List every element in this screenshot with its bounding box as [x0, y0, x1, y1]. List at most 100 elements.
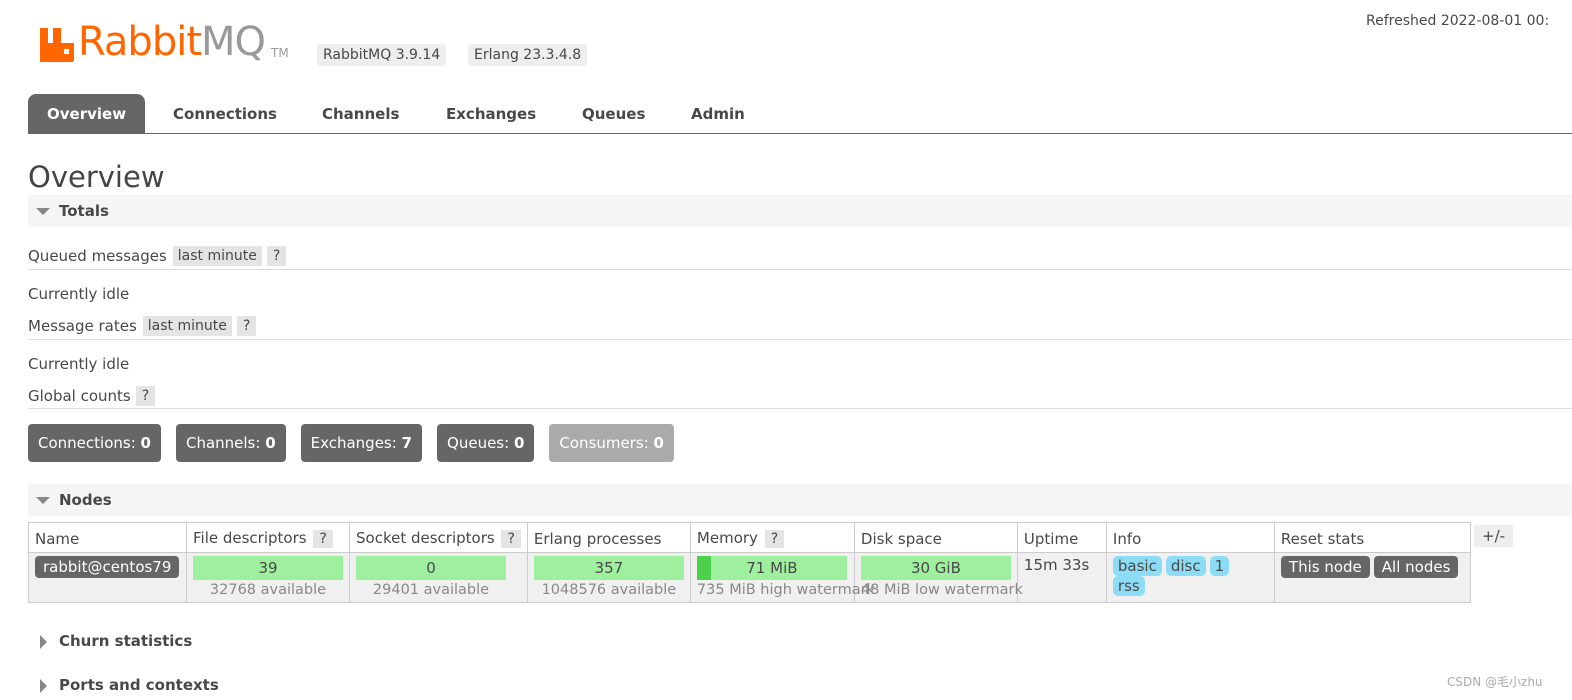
count-value: 0: [265, 434, 276, 452]
reset-stats-cell: This node All nodes: [1273, 552, 1471, 603]
global-counts-label: Global counts: [28, 387, 131, 405]
info-pill-disc[interactable]: disc: [1165, 556, 1206, 576]
count-value: 0: [653, 434, 664, 452]
column-header-uptime: Uptime: [1016, 522, 1107, 553]
file-descriptors-available: 32768 available: [209, 582, 327, 598]
nodes-section-toggle[interactable]: Nodes: [28, 484, 1572, 516]
node-name-link[interactable]: rabbit@centos79: [35, 556, 180, 578]
tab-channels[interactable]: Channels: [322, 94, 399, 134]
erlang-processes-value: 357: [594, 559, 624, 577]
file-descriptors-bar: 39: [193, 556, 343, 580]
message-rates-status: Currently idle: [28, 355, 130, 373]
tab-exchanges[interactable]: Exchanges: [446, 94, 536, 134]
count-label: Exchanges:: [310, 434, 397, 452]
nodes-table: Name File descriptors ? Socket descripto…: [28, 522, 1471, 603]
divider: [28, 339, 1572, 340]
uptime-value: 15m 33s: [1023, 556, 1090, 574]
reset-this-node-button[interactable]: This node: [1280, 556, 1370, 578]
disk-space-cell: 30 GiB 48 MiB low watermark: [853, 552, 1023, 603]
refreshed-timestamp[interactable]: Refreshed 2022-08-01 00:: [1366, 13, 1549, 29]
count-label: Channels:: [185, 434, 261, 452]
ports-and-contexts-heading: Ports and contexts: [59, 676, 219, 694]
erlang-processes-bar: 357: [533, 556, 684, 580]
global-counts-help-button[interactable]: ?: [135, 386, 156, 406]
socket-descriptors-help-button[interactable]: ?: [501, 530, 521, 548]
count-label: Consumers:: [559, 434, 649, 452]
global-counts-bar: Connections: 0 Channels: 0 Exchanges: 7 …: [28, 424, 674, 462]
info-pill-count[interactable]: 1: [1209, 556, 1230, 576]
column-header-reset-stats: Reset stats: [1273, 522, 1471, 553]
collapse-triangle-icon: [36, 208, 50, 215]
memory-cell: 71 MiB 735 MiB high watermark: [689, 552, 875, 603]
count-value: 0: [140, 434, 151, 452]
channels-count-button[interactable]: Channels: 0: [175, 424, 286, 462]
column-header-label: Uptime: [1023, 530, 1079, 548]
column-header-label: Reset stats: [1280, 530, 1365, 548]
rabbitmq-version-badge: RabbitMQ 3.9.14: [317, 44, 447, 66]
totals-heading: Totals: [59, 202, 109, 220]
column-header-label: File descriptors: [193, 529, 307, 547]
column-header-disk-space: Disk space: [853, 522, 1018, 553]
message-rates-range-selector[interactable]: last minute: [142, 316, 232, 336]
column-header-memory: Memory ?: [689, 522, 855, 553]
page-title: Overview: [28, 160, 165, 194]
churn-statistics-section-toggle[interactable]: Churn statistics: [28, 632, 192, 650]
column-header-socket-descriptors: Socket descriptors ?: [349, 522, 528, 553]
memory-bar: 71 MiB: [696, 556, 847, 580]
reset-all-nodes-button[interactable]: All nodes: [1373, 556, 1459, 578]
file-descriptors-help-button[interactable]: ?: [313, 530, 333, 548]
tab-queues[interactable]: Queues: [582, 94, 645, 134]
column-header-label: Erlang processes: [533, 530, 662, 548]
memory-used-fill: [696, 556, 712, 580]
logo-text-mq: MQ: [201, 19, 266, 65]
column-header-name: Name: [28, 522, 187, 553]
churn-statistics-heading: Churn statistics: [59, 632, 193, 650]
memory-watermark: 735 MiB high watermark: [696, 582, 875, 598]
totals-section-toggle[interactable]: Totals: [28, 195, 1572, 227]
column-header-label: Socket descriptors: [356, 529, 495, 547]
info-pill-rss[interactable]: rss: [1112, 576, 1145, 596]
rabbit-logo-icon: [40, 28, 74, 62]
exchanges-count-button[interactable]: Exchanges: 7: [300, 424, 423, 462]
memory-value: 71 MiB: [746, 559, 798, 577]
global-counts-row: Global counts ?: [28, 386, 156, 406]
main-nav-tabs: Overview Connections Channels Exchanges …: [28, 94, 1572, 134]
column-header-label: Memory: [696, 529, 758, 547]
socket-descriptors-available: 29401 available: [372, 582, 490, 598]
column-header-file-descriptors: File descriptors ?: [186, 522, 350, 553]
socket-descriptors-cell: 0 29401 available: [349, 552, 528, 603]
count-value: 7: [401, 434, 413, 452]
collapse-triangle-icon: [36, 497, 50, 504]
queued-messages-status: Currently idle: [28, 285, 130, 303]
queued-messages-row: Queued messages last minute ?: [28, 246, 287, 266]
column-header-erlang-processes: Erlang processes: [526, 522, 691, 553]
disk-space-value: 30 GiB: [910, 559, 961, 577]
memory-help-button[interactable]: ?: [764, 530, 785, 548]
queued-messages-help-button[interactable]: ?: [266, 246, 287, 266]
column-header-label: Disk space: [860, 530, 942, 548]
queued-messages-label: Queued messages: [28, 247, 167, 265]
tab-connections[interactable]: Connections: [173, 94, 277, 134]
rabbitmq-logo: Rabbit MQ TM: [40, 22, 289, 62]
socket-descriptors-value: 0: [426, 559, 436, 577]
message-rates-row: Message rates last minute ?: [28, 316, 257, 336]
logo-text-rabbit: Rabbit: [78, 19, 202, 65]
queues-count-button[interactable]: Queues: 0: [437, 424, 535, 462]
message-rates-help-button[interactable]: ?: [236, 316, 257, 336]
ports-and-contexts-section-toggle[interactable]: Ports and contexts: [28, 676, 219, 694]
file-descriptors-cell: 39 32768 available: [186, 552, 350, 603]
divider: [28, 269, 1572, 270]
nodes-heading: Nodes: [59, 491, 112, 509]
divider: [28, 408, 1572, 409]
tab-overview[interactable]: Overview: [28, 94, 146, 134]
erlang-processes-available: 1048576 available: [541, 582, 677, 598]
connections-count-button[interactable]: Connections: 0: [28, 424, 161, 462]
expand-triangle-icon: [40, 635, 47, 649]
socket-descriptors-bar: 0: [356, 556, 506, 580]
columns-toggle-button[interactable]: +/-: [1474, 525, 1514, 547]
queued-messages-range-selector[interactable]: last minute: [172, 246, 262, 266]
info-pill-basic[interactable]: basic: [1112, 556, 1162, 576]
tab-admin[interactable]: Admin: [691, 94, 745, 134]
consumers-count-button[interactable]: Consumers: 0: [549, 424, 674, 462]
disk-space-bar: 30 GiB: [860, 556, 1011, 580]
